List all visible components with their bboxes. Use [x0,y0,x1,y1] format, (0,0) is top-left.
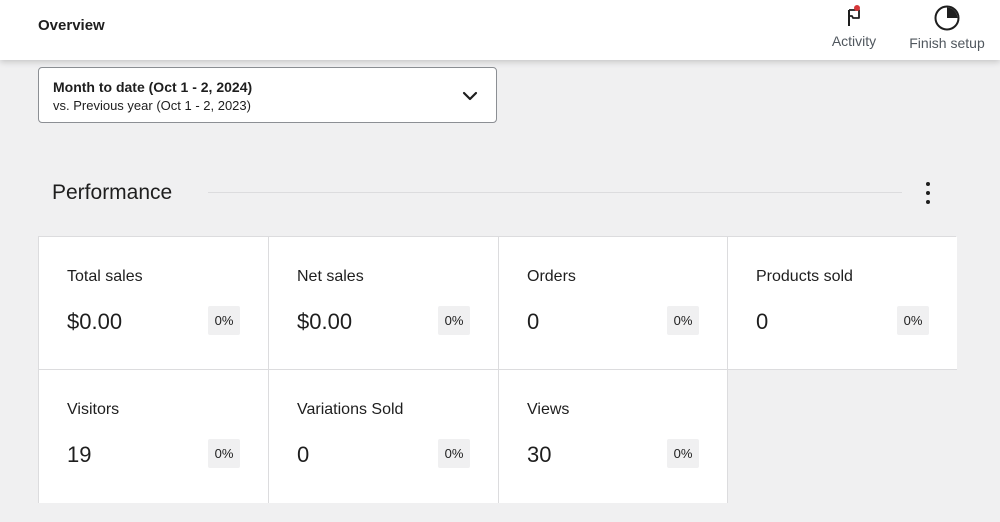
notification-dot [854,5,860,11]
stat-label: Products sold [756,268,853,285]
stat-card-products-sold[interactable]: Products sold 0 0% [728,237,957,370]
section-divider [208,192,902,193]
page-title: Overview [38,17,105,34]
stat-delta-badge: 0% [208,439,240,468]
stat-card-visitors[interactable]: Visitors 19 0% [39,370,269,503]
stat-delta-badge: 0% [208,306,240,335]
stat-delta-badge: 0% [897,306,929,335]
activity-label: Activity [831,33,877,49]
stat-value: 0 [527,309,540,334]
more-vertical-icon[interactable] [918,180,938,206]
stat-card-net-sales[interactable]: Net sales $0.00 0% [269,237,499,370]
stat-delta-badge: 0% [667,439,699,468]
date-range-picker[interactable]: Month to date (Oct 1 - 2, 2024) vs. Prev… [38,67,497,123]
stat-value: 19 [67,442,92,467]
stat-label: Total sales [67,268,143,285]
stat-value: $0.00 [297,309,353,334]
date-range-primary: Month to date (Oct 1 - 2, 2024) [53,79,253,95]
stat-card-orders[interactable]: Orders 0 0% [499,237,728,370]
stat-label: Visitors [67,401,120,418]
stat-card-views[interactable]: Views 30 0% [499,370,728,503]
stat-value: 30 [527,442,552,467]
stat-label: Net sales [297,268,364,285]
stat-label: Orders [527,268,576,285]
chevron-down-icon [462,91,478,101]
stat-value: 0 [756,309,769,334]
top-header: Overview Activity Finish setup [0,0,1000,60]
stat-card-total-sales[interactable]: Total sales $0.00 0% [39,237,269,370]
stat-value: 0 [297,442,310,467]
activity-button[interactable]: Activity [826,4,882,56]
flag-icon [848,5,860,26]
empty-card-slot [728,370,957,503]
stat-value: $0.00 [67,309,123,334]
stat-delta-badge: 0% [438,439,470,468]
finish-setup-label: Finish setup [909,35,985,51]
progress-circle-icon [934,5,960,31]
stat-label: Views [527,401,570,418]
finish-setup-button[interactable]: Finish setup [904,4,990,56]
stat-label: Variations Sold [297,401,404,418]
stat-delta-badge: 0% [667,306,699,335]
performance-grid: Total sales $0.00 0% Net sales $0.00 0% … [38,236,957,503]
stat-delta-badge: 0% [438,306,470,335]
stat-card-variations-sold[interactable]: Variations Sold 0 0% [269,370,499,503]
date-range-comparison: vs. Previous year (Oct 1 - 2, 2023) [53,98,251,113]
performance-heading: Performance [52,181,173,204]
